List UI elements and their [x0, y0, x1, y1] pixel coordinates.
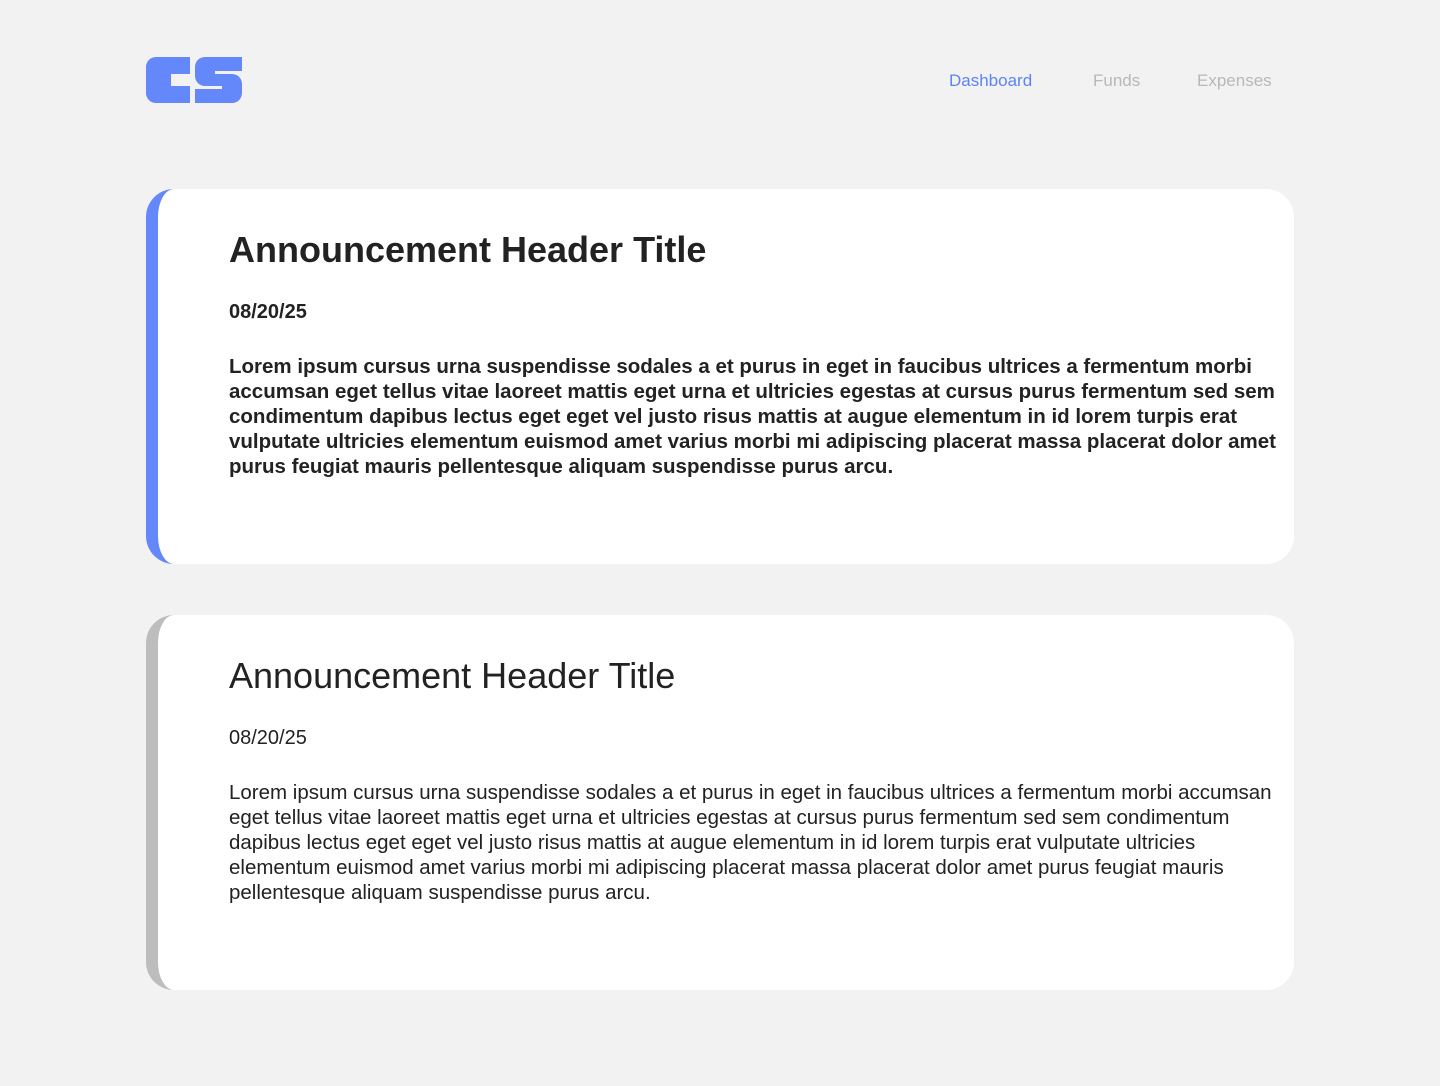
nav-funds-link[interactable]: Funds: [1093, 70, 1140, 92]
announcement-date: 08/20/25: [229, 727, 307, 749]
nav-dashboard-link[interactable]: Dashboard: [949, 70, 1032, 92]
announcement-title: Announcement Header Title: [229, 655, 676, 696]
top-nav: Dashboard Funds Expenses: [0, 70, 1440, 92]
announcement-card-unread[interactable]: Announcement Header Title 08/20/25 Lorem…: [146, 189, 1294, 564]
announcement-body: Lorem ipsum cursus urna suspendisse soda…: [229, 355, 1276, 478]
announcement-title: Announcement Header Title: [229, 229, 707, 270]
announcement-body: Lorem ipsum cursus urna suspendisse soda…: [229, 781, 1272, 904]
nav-expenses-link[interactable]: Expenses: [1197, 70, 1272, 92]
announcement-card-read[interactable]: Announcement Header Title 08/20/25 Lorem…: [146, 615, 1294, 990]
announcement-date: 08/20/25: [229, 301, 307, 323]
